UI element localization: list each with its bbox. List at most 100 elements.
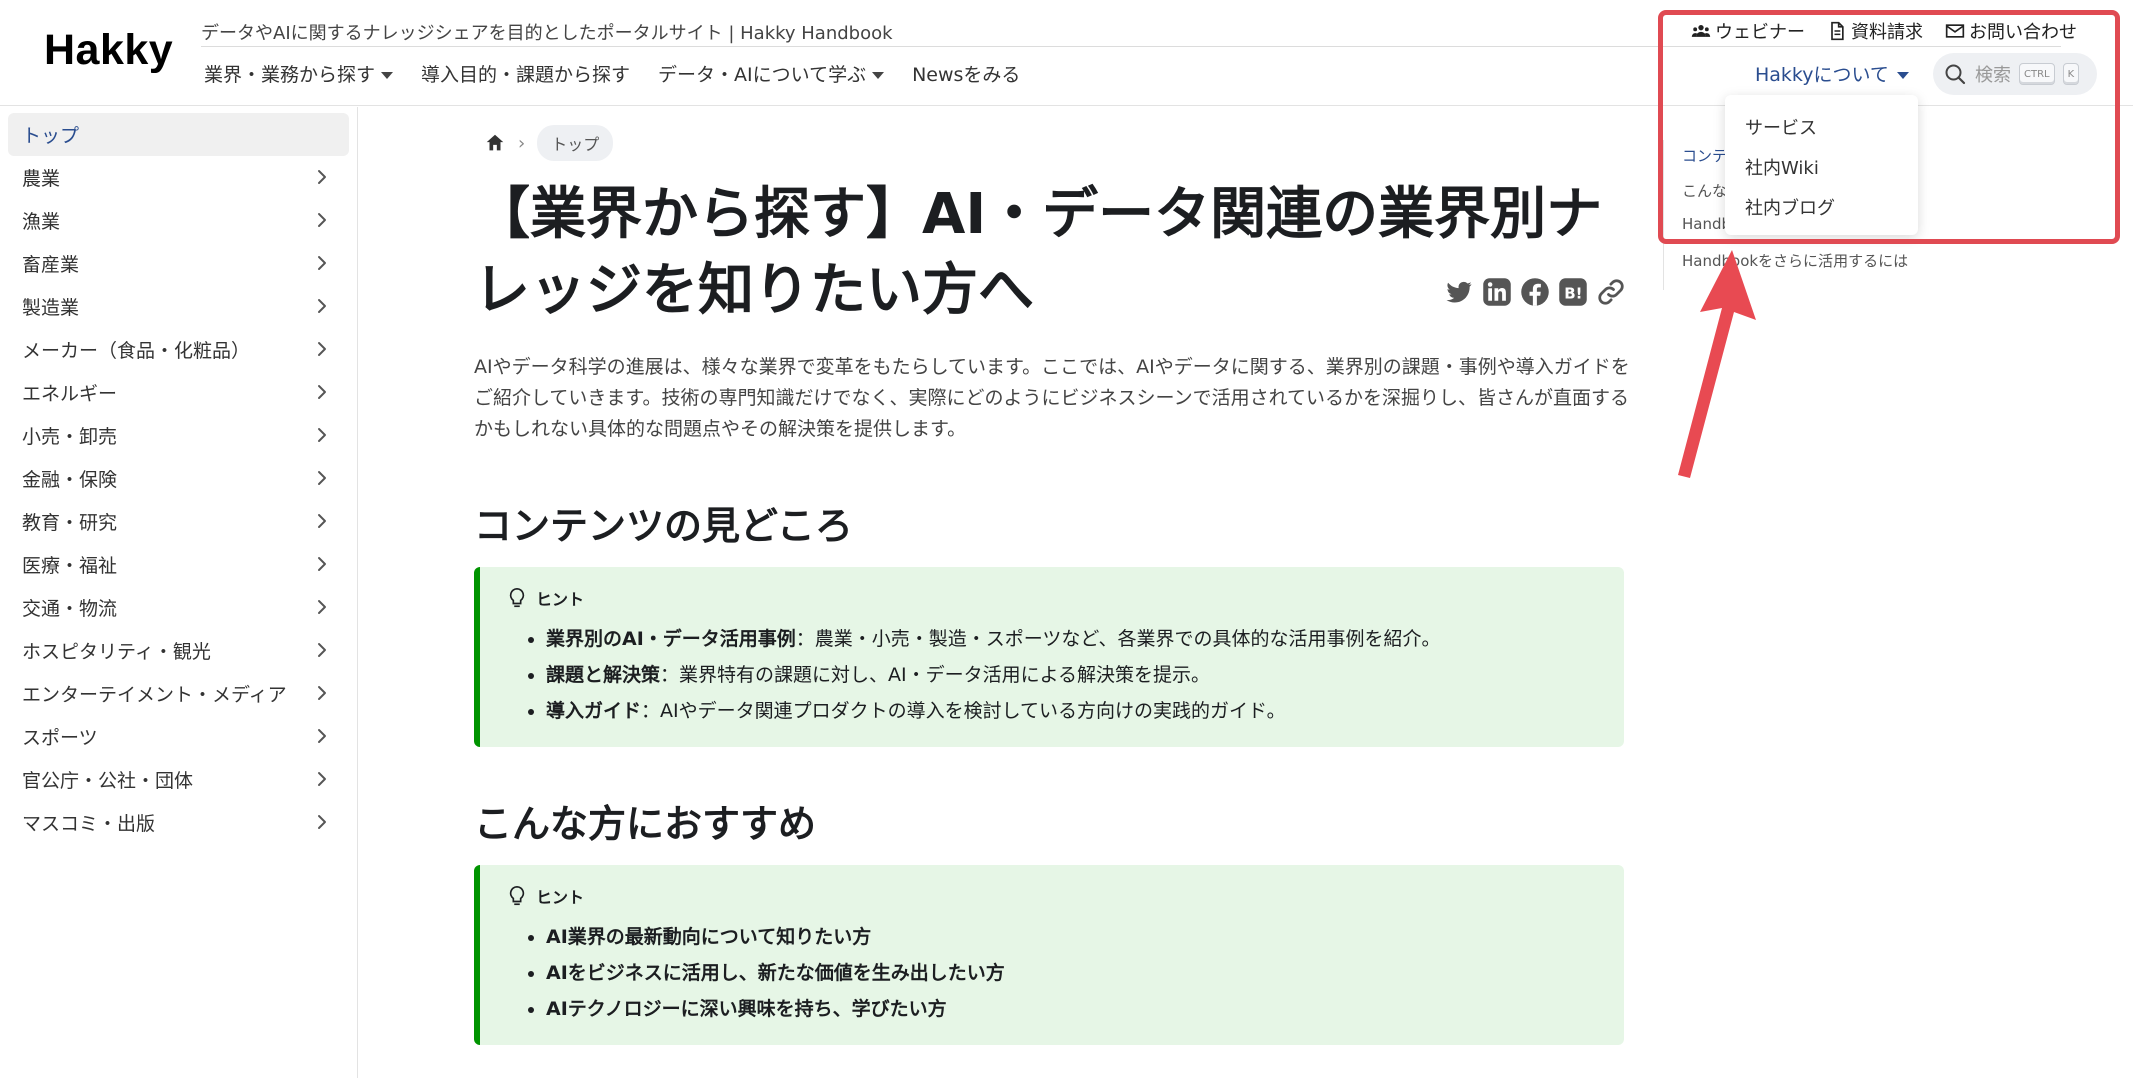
sidebar-item[interactable]: ホスピタリティ・観光 bbox=[8, 629, 349, 672]
sidebar-item[interactable]: 教育・研究 bbox=[8, 500, 349, 543]
sidebar-item[interactable]: 小売・卸売 bbox=[8, 414, 349, 457]
chevron-right-icon[interactable] bbox=[313, 426, 331, 444]
breadcrumb-current: トップ bbox=[537, 125, 614, 161]
sidebar-item-label: 小売・卸売 bbox=[22, 426, 118, 448]
home-icon[interactable] bbox=[484, 132, 506, 154]
section-title-highlights: コンテンツの見どころ bbox=[474, 504, 853, 548]
caret-down-icon bbox=[1896, 71, 1909, 79]
hint-list: 業界別のAI・データ活用事例：農業・小売・製造・スポーツなど、各業界での具体的な… bbox=[506, 621, 1598, 729]
sidebar-item-label: トップ bbox=[22, 125, 80, 147]
document-request-label: 資料請求 bbox=[1851, 22, 1923, 43]
webinar-label: ウェビナー bbox=[1715, 22, 1805, 43]
toc-item[interactable]: コンテ bbox=[1682, 145, 1727, 166]
site-header: Hakky データやAIに関するナレッジシェアを目的としたポータルサイト | H… bbox=[0, 0, 2133, 106]
kbd-ctrl: CTRL bbox=[2019, 63, 2055, 85]
dropdown-item-service[interactable]: サービス bbox=[1725, 109, 1918, 149]
search-icon bbox=[1945, 64, 1966, 85]
lightbulb-icon bbox=[509, 886, 525, 906]
webinar-link[interactable]: ウェビナー bbox=[1691, 18, 1805, 44]
sidebar-item-label: 医療・福祉 bbox=[22, 555, 118, 577]
share-icons: B! bbox=[1444, 277, 1626, 307]
sidebar-item[interactable]: メーカー（食品・化粧品） bbox=[8, 328, 349, 371]
chevron-right-icon[interactable] bbox=[313, 770, 331, 788]
sidebar-item-label: エネルギー bbox=[22, 383, 118, 405]
document-icon bbox=[1831, 21, 1844, 41]
site-logo[interactable]: Hakky bbox=[44, 26, 173, 75]
chevron-right-icon[interactable] bbox=[313, 297, 331, 315]
chevron-right-icon[interactable] bbox=[313, 469, 331, 487]
kbd-k: K bbox=[2062, 63, 2080, 85]
chevron-right-icon[interactable] bbox=[313, 340, 331, 358]
nav-purpose[interactable]: 導入目的・課題から探す bbox=[421, 60, 630, 87]
sidebar-item[interactable]: 漁業 bbox=[8, 199, 349, 242]
sidebar-item[interactable]: エンターテイメント・メディア bbox=[8, 672, 349, 715]
hint-box-highlights: ヒント 業界別のAI・データ活用事例：農業・小売・製造・スポーツなど、各業界での… bbox=[474, 567, 1624, 747]
chevron-right-icon[interactable] bbox=[313, 641, 331, 659]
toc-item[interactable]: Handb bbox=[1682, 215, 1731, 233]
hint-label: ヒント bbox=[506, 881, 1598, 911]
about-hakky-menu[interactable]: Hakkyについて bbox=[1755, 60, 1909, 87]
list-item: 課題と解決策：業界特有の課題に対し、AI・データ活用による解決策を提示。 bbox=[546, 657, 1598, 693]
sidebar-item-label: メーカー（食品・化粧品） bbox=[22, 340, 251, 362]
sidebar-item-label: 金融・保険 bbox=[22, 469, 118, 491]
sidebar-item-label: ホスピタリティ・観光 bbox=[22, 641, 211, 663]
chevron-right-icon[interactable] bbox=[313, 383, 331, 401]
sidebar-item[interactable]: 医療・福祉 bbox=[8, 543, 349, 586]
chevron-right-icon[interactable] bbox=[313, 555, 331, 573]
sidebar-item[interactable]: トップ bbox=[8, 113, 349, 156]
twitter-icon[interactable] bbox=[1444, 277, 1474, 307]
nav-industry[interactable]: 業界・業務から探す bbox=[204, 60, 394, 87]
nav-learn[interactable]: データ・AIについて学ぶ bbox=[658, 60, 885, 87]
dropdown-item-wiki[interactable]: 社内Wiki bbox=[1725, 149, 1918, 189]
sidebar-item-label: 教育・研究 bbox=[22, 512, 118, 534]
sidebar-item-label: マスコミ・出版 bbox=[22, 813, 156, 835]
chevron-right-icon[interactable] bbox=[313, 211, 331, 229]
toc-item[interactable]: Handbookをさらに活用するには bbox=[1682, 250, 1908, 271]
chevron-right-icon[interactable] bbox=[313, 813, 331, 831]
linkedin-icon[interactable] bbox=[1482, 277, 1512, 307]
chevron-right-icon[interactable] bbox=[313, 727, 331, 745]
search-button[interactable]: 検索 CTRL K bbox=[1933, 53, 2097, 95]
dropdown-item-blog[interactable]: 社内ブログ bbox=[1725, 189, 1918, 229]
contact-link[interactable]: お問い合わせ bbox=[1945, 18, 2077, 44]
hint-label-text: ヒント bbox=[536, 888, 585, 907]
chevron-right-icon[interactable] bbox=[313, 168, 331, 186]
sidebar-item-label: 製造業 bbox=[22, 297, 80, 319]
sidebar-item[interactable]: スポーツ bbox=[8, 715, 349, 758]
sidebar-item-label: 官公庁・公社・団体 bbox=[22, 770, 194, 792]
hatena-bookmark-icon[interactable]: B! bbox=[1558, 277, 1588, 307]
sidebar-item[interactable]: エネルギー bbox=[8, 371, 349, 414]
sidebar-item-label: 交通・物流 bbox=[22, 598, 118, 620]
chevron-right-icon[interactable] bbox=[313, 512, 331, 530]
chevron-right-icon[interactable] bbox=[313, 254, 331, 272]
caret-down-icon bbox=[872, 71, 885, 79]
sidebar-item[interactable]: 製造業 bbox=[8, 285, 349, 328]
sidebar-item[interactable]: 官公庁・公社・団体 bbox=[8, 758, 349, 801]
section-title-recommended: こんな方におすすめ bbox=[474, 802, 817, 846]
nav-news[interactable]: Newsをみる bbox=[912, 60, 1020, 87]
hint-list: AI業界の最新動向について知りたい方 AIをビジネスに活用し、新たな価値を生み出… bbox=[506, 919, 1598, 1027]
about-hakky-label: Hakkyについて bbox=[1755, 64, 1889, 86]
sidebar-item[interactable]: 畜産業 bbox=[8, 242, 349, 285]
breadcrumb: › トップ bbox=[484, 125, 614, 161]
toc-item[interactable]: こんな bbox=[1682, 180, 1727, 201]
mail-icon bbox=[1945, 24, 1965, 38]
chevron-right-icon[interactable] bbox=[313, 598, 331, 616]
hint-box-recommended: ヒント AI業界の最新動向について知りたい方 AIをビジネスに活用し、新たな価値… bbox=[474, 865, 1624, 1045]
sidebar-item-label: 畜産業 bbox=[22, 254, 80, 276]
sidebar-item[interactable]: 農業 bbox=[8, 156, 349, 199]
document-request-link[interactable]: 資料請求 bbox=[1827, 18, 1923, 44]
sidebar-item-label: 漁業 bbox=[22, 211, 61, 233]
nav-purpose-label: 導入目的・課題から探す bbox=[421, 64, 631, 86]
facebook-icon[interactable] bbox=[1520, 277, 1550, 307]
sidebar-item[interactable]: 金融・保険 bbox=[8, 457, 349, 500]
chevron-right-icon[interactable] bbox=[313, 684, 331, 702]
sidebar-item[interactable]: マスコミ・出版 bbox=[8, 801, 349, 844]
search-placeholder: 検索 bbox=[1975, 65, 2011, 86]
about-dropdown-menu: サービス 社内Wiki 社内ブログ bbox=[1725, 95, 1918, 235]
intro-paragraph: AIやデータ科学の進展は、様々な業界で変革をもたらしています。ここでは、AIやデ… bbox=[474, 356, 1630, 440]
link-icon[interactable] bbox=[1596, 277, 1626, 307]
sidebar-item[interactable]: 交通・物流 bbox=[8, 586, 349, 629]
nav-learn-label: データ・AIについて学ぶ bbox=[658, 64, 867, 86]
list-item: 導入ガイド：AIやデータ関連プロダクトの導入を検討している方向けの実践的ガイド。 bbox=[546, 693, 1598, 729]
